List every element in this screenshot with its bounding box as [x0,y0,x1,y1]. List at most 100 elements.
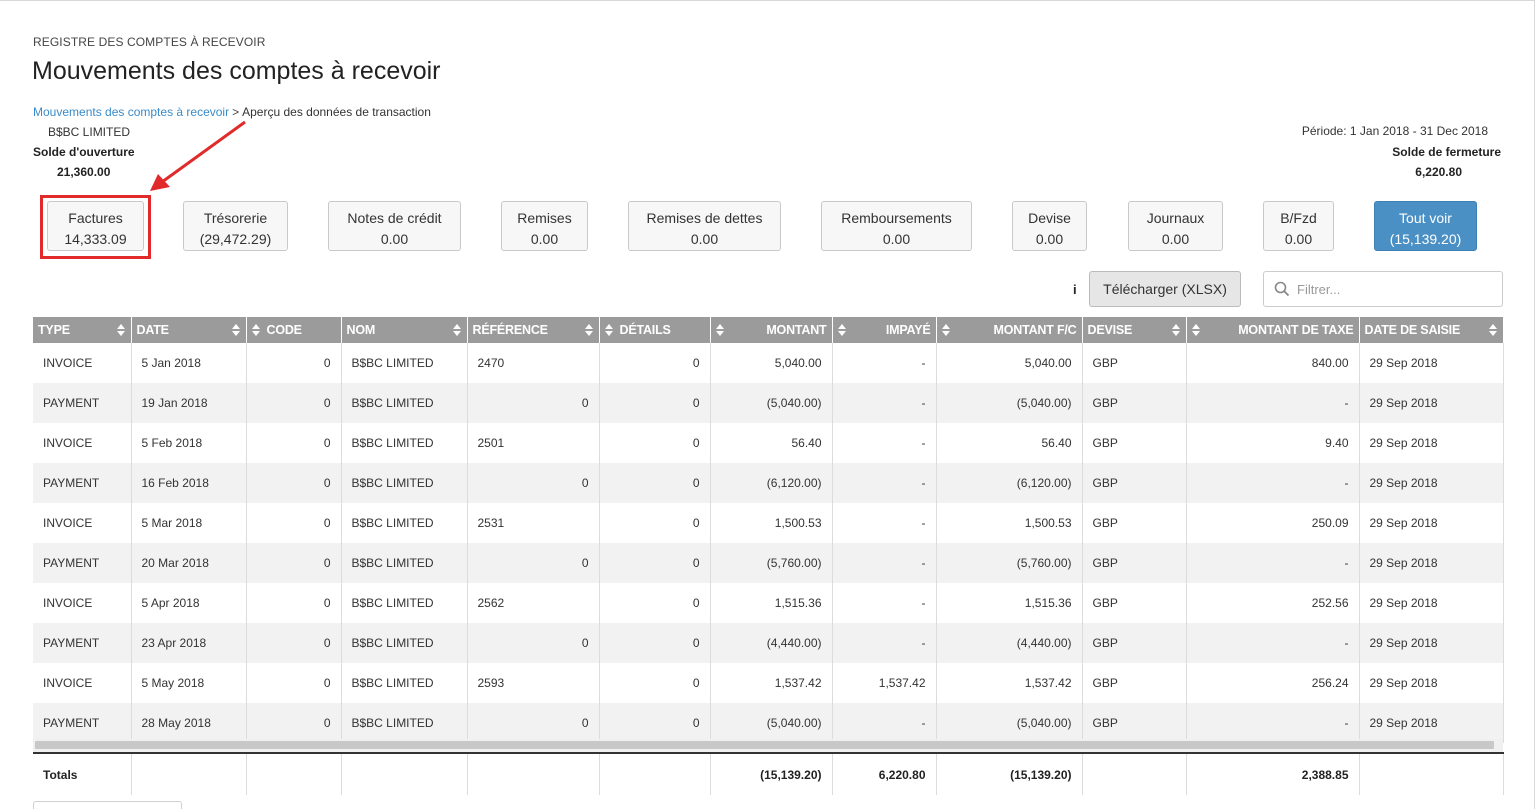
category-label: Remises [517,210,572,226]
cell-nom: B$BC LIMITED [341,663,468,703]
filter-input[interactable] [1297,279,1492,299]
column-header-montant-fc[interactable]: MONTANT F/C [936,317,1083,343]
cell-montant: (5,040.00) [710,703,833,743]
table-row[interactable]: PAYMENT 23 Apr 2018 0 B$BC LIMITED 0 0 (4,440.… [33,623,1504,663]
cell-devise: GBP [1082,503,1187,543]
category-tout-voir-button[interactable]: Tout voir (15,139.20) [1374,201,1477,251]
cell-montant: 1,537.42 [710,663,833,703]
column-header-date[interactable]: DATE [131,317,247,343]
table-row[interactable]: PAYMENT 19 Jan 2018 0 B$BC LIMITED 0 0 (5,040.… [33,383,1504,423]
cell-nom: B$BC LIMITED [341,343,468,383]
column-header-impaye[interactable]: IMPAYÉ [832,317,937,343]
horizontal-scrollbar[interactable] [33,739,1503,752]
cell-type: PAYMENT [33,543,132,583]
table-row[interactable]: INVOICE 5 Mar 2018 0 B$BC LIMITED 2531 0 1,500… [33,503,1504,543]
category-label: Trésorerie [203,210,268,226]
scrollbar-thumb[interactable] [35,741,1494,749]
column-header-date-saisie[interactable]: DATE DE SAISIE [1359,317,1504,343]
cell-montant: (5,040.00) [710,383,833,423]
cell-montant-taxe: 256.24 [1186,663,1360,703]
column-header-details[interactable]: DÉTAILS [599,317,711,343]
category-journaux-button[interactable]: Journaux 0.00 [1128,201,1223,251]
info-icon[interactable]: i [1073,282,1077,297]
cell-details: 0 [599,623,711,663]
category-value: 0.00 [380,231,409,247]
cell-nom: B$BC LIMITED [341,583,468,623]
table-row[interactable]: PAYMENT 16 Feb 2018 0 B$BC LIMITED 0 0 (6,120.… [33,463,1504,503]
cell-montant-taxe: - [1186,703,1360,743]
cell-devise: GBP [1082,583,1187,623]
cell-montant-taxe: - [1186,463,1360,503]
category-bfzd-button[interactable]: B/Fzd 0.00 [1263,201,1334,251]
cell-impaye: - [832,463,937,503]
column-header-montant-taxe[interactable]: MONTANT DE TAXE [1186,317,1360,343]
breadcrumb-link[interactable]: Mouvements des comptes à recevoir [33,105,229,119]
cell-devise: GBP [1082,463,1187,503]
cell-impaye: - [832,423,937,463]
cell-reference: 0 [467,543,600,583]
cell-code: 0 [246,623,342,663]
sort-icon [1191,324,1201,336]
category-label: Remboursements [841,210,952,226]
cell-montant: 56.40 [710,423,833,463]
category-remboursements-button[interactable]: Remboursements 0.00 [821,201,972,251]
column-header-devise[interactable]: DEVISE [1082,317,1187,343]
table-row[interactable]: INVOICE 5 Apr 2018 0 B$BC LIMITED 2562 0 1,515… [33,583,1504,623]
breadcrumb-separator: > [232,105,240,119]
table-row[interactable]: INVOICE 5 May 2018 0 B$BC LIMITED 2593 0 1,537… [33,663,1504,703]
cell-montant: 1,500.53 [710,503,833,543]
column-header-montant[interactable]: MONTANT [710,317,833,343]
filter-field[interactable] [1263,271,1503,307]
cell-montant: (5,760.00) [710,543,833,583]
cell-montant: (6,120.00) [710,463,833,503]
cell-impaye: - [832,623,937,663]
search-icon [1274,281,1290,297]
cell-date: 19 Jan 2018 [131,383,247,423]
cell-nom: B$BC LIMITED [341,503,468,543]
cell-montant-fc: 5,040.00 [936,343,1083,383]
cell-type: INVOICE [33,583,132,623]
table-row[interactable]: PAYMENT 20 Mar 2018 0 B$BC LIMITED 0 0 (5,760.… [33,543,1504,583]
category-notes-credit-button[interactable]: Notes de crédit 0.00 [328,201,461,251]
cell-type: INVOICE [33,343,132,383]
cell-details: 0 [599,503,711,543]
sort-icon [604,324,614,336]
column-header-code[interactable]: CODE [246,317,342,343]
table-row[interactable]: INVOICE 5 Feb 2018 0 B$BC LIMITED 2501 0 56.40… [33,423,1504,463]
category-tresorerie-button[interactable]: Trésorerie (29,472.29) [183,201,288,251]
cell-date: 5 Feb 2018 [131,423,247,463]
cell-date-saisie: 29 Sep 2018 [1359,343,1504,383]
cell-code: 0 [246,583,342,623]
closing-balance-value: 6,220.80 [1415,165,1462,179]
column-header-reference[interactable]: RÉFÉRENCE [467,317,600,343]
cell-montant: 5,040.00 [710,343,833,383]
cell-code: 0 [246,343,342,383]
cell-montant-fc: 1,515.36 [936,583,1083,623]
category-remises-button[interactable]: Remises 0.00 [501,201,588,251]
category-label: Remises de dettes [646,210,763,226]
cell-date: 20 Mar 2018 [131,543,247,583]
breadcrumb: Mouvements des comptes à recevoir > Aperçu… [33,105,431,119]
table-row[interactable]: PAYMENT 28 May 2018 0 B$BC LIMITED 0 0 (5,040.… [33,703,1504,743]
category-value: (29,472.29) [199,231,272,247]
cell-details: 0 [599,663,711,703]
cell-date-saisie: 29 Sep 2018 [1359,623,1504,663]
opening-balance-value: 21,360.00 [57,165,111,179]
column-header-type[interactable]: TYPE [33,317,132,343]
table-row[interactable]: INVOICE 5 Jan 2018 0 B$BC LIMITED 2470 0 5,040… [33,343,1504,383]
cell-type: PAYMENT [33,463,132,503]
cell-reference: 0 [467,703,600,743]
transactions-table: TYPE DATE CODE NOM RÉFÉRENCE DÉTAILS MON… [33,317,1504,743]
download-xlsx-button[interactable]: Télécharger (XLSX) [1089,271,1241,307]
totals-row-table: Totals (15,139.20) 6,220.80 (15,139.20) … [33,752,1504,795]
category-devise-button[interactable]: Devise 0.00 [1012,201,1087,251]
cell-montant-taxe: - [1186,623,1360,663]
sort-icon [941,324,951,336]
category-remises-dettes-button[interactable]: Remises de dettes 0.00 [628,201,781,251]
sort-icon [837,324,847,336]
sort-icon [1488,324,1498,336]
pagination-control[interactable] [33,801,182,809]
cell-details: 0 [599,343,711,383]
column-header-nom[interactable]: NOM [341,317,468,343]
cell-date: 5 Jan 2018 [131,343,247,383]
